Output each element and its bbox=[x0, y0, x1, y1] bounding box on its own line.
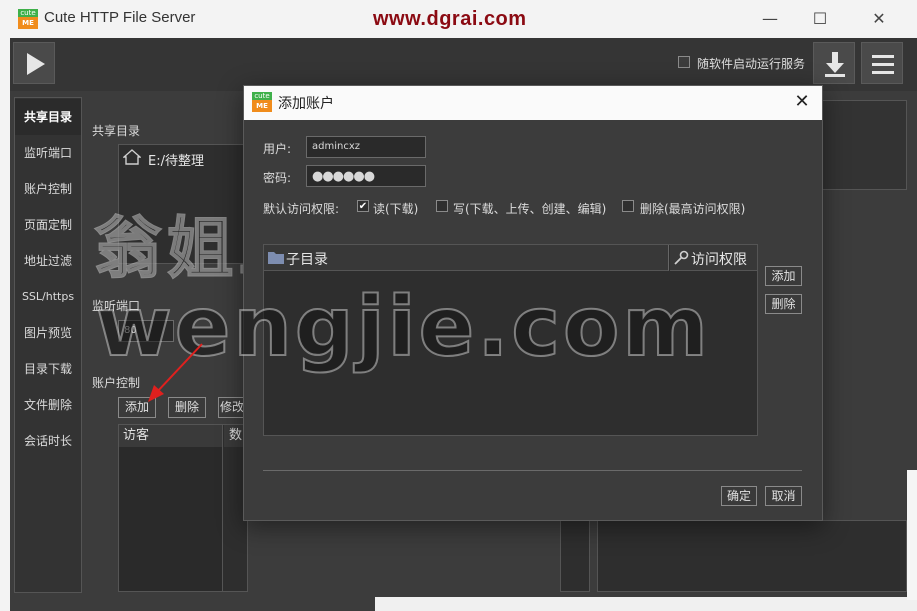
username-input[interactable]: admincxz bbox=[306, 136, 426, 158]
watermark-url: www.dgrai.com bbox=[373, 8, 527, 30]
dialog-icon-top: cute bbox=[252, 92, 272, 100]
dialog-title: 添加账户 bbox=[278, 96, 334, 112]
download-button[interactable] bbox=[813, 42, 855, 84]
user-label: 用户: bbox=[263, 142, 292, 156]
download-icon bbox=[825, 52, 845, 77]
window-title: Cute HTTP File Server bbox=[44, 9, 196, 26]
password-label: 密码: bbox=[263, 171, 292, 185]
sidebar-item-address-filter[interactable]: 地址过滤 bbox=[15, 243, 81, 279]
folder-icon bbox=[268, 252, 284, 264]
account-control-label: 账户控制 bbox=[92, 376, 141, 390]
share-dir-path[interactable]: E:/待整理 bbox=[148, 150, 204, 169]
delete-subdir-button[interactable]: 删除 bbox=[765, 294, 802, 314]
key-icon bbox=[674, 250, 689, 265]
maximize-button[interactable]: ☐ bbox=[809, 8, 831, 30]
sidebar-item-session-time[interactable]: 会话时长 bbox=[15, 423, 81, 459]
dialog-divider bbox=[263, 470, 802, 471]
sidebar-item-image-preview[interactable]: 图片预览 bbox=[15, 315, 81, 351]
annotation-arrow-icon bbox=[148, 343, 203, 402]
permission-header-text: 访问权限 bbox=[691, 252, 747, 268]
autostart-checkbox[interactable] bbox=[678, 56, 690, 68]
menu-button[interactable] bbox=[861, 42, 903, 84]
maximize-icon: ☐ bbox=[812, 9, 828, 28]
read-permission-label: 读(下载) bbox=[373, 202, 419, 216]
subdir-column-header[interactable]: 子目录 bbox=[264, 245, 669, 271]
scroll-panel bbox=[560, 520, 590, 592]
add-subdir-button[interactable]: 添加 bbox=[765, 266, 802, 286]
app-logo-bottom-text: ME bbox=[18, 17, 38, 29]
play-icon bbox=[27, 53, 45, 75]
app-logo-icon: cute ME bbox=[18, 9, 38, 29]
sidebar-item-ssl[interactable]: SSL/https bbox=[15, 279, 81, 315]
visitor-column bbox=[119, 447, 223, 591]
background-window-strip bbox=[375, 597, 917, 611]
app-logo-top-text: cute bbox=[18, 9, 38, 17]
delete-permission-label: 删除(最高访问权限) bbox=[640, 202, 746, 216]
password-input[interactable]: ●●●●●● bbox=[306, 165, 426, 187]
minimize-icon: — bbox=[762, 9, 778, 28]
start-server-button[interactable] bbox=[13, 42, 55, 84]
minimize-button[interactable]: — bbox=[759, 8, 781, 30]
sidebar-item-share-dir[interactable]: 共享目录 bbox=[15, 99, 81, 135]
sidebar-item-account-control[interactable]: 账户控制 bbox=[15, 171, 81, 207]
delete-permission-checkbox[interactable] bbox=[622, 200, 634, 212]
hamburger-menu-icon bbox=[872, 55, 894, 74]
sidebar-item-page-custom[interactable]: 页面定制 bbox=[15, 207, 81, 243]
dialog-app-icon: cute ME bbox=[252, 92, 272, 112]
read-permission-checkbox[interactable]: ✔ bbox=[357, 200, 369, 212]
sidebar-item-file-delete[interactable]: 文件删除 bbox=[15, 387, 81, 423]
subdir-header-text: 子目录 bbox=[286, 252, 328, 268]
close-icon: ✕ bbox=[794, 91, 810, 112]
modify-account-button[interactable]: 修改 bbox=[218, 397, 246, 418]
default-permission-label: 默认访问权限: bbox=[263, 202, 340, 216]
share-dir-label: 共享目录 bbox=[92, 124, 141, 138]
ok-button[interactable]: 确定 bbox=[721, 486, 757, 506]
close-icon: ✕ bbox=[872, 9, 886, 28]
permission-column-header[interactable]: 访问权限 bbox=[670, 245, 757, 271]
close-window-button[interactable]: ✕ bbox=[868, 8, 890, 30]
dialog-icon-bottom: ME bbox=[252, 100, 272, 112]
sidebar-item-listen-port[interactable]: 监听端口 bbox=[15, 135, 81, 171]
write-permission-label: 写(下载、上传、创建、编辑) bbox=[453, 202, 607, 216]
home-icon bbox=[122, 148, 142, 170]
write-permission-checkbox[interactable] bbox=[436, 200, 448, 212]
cancel-button[interactable]: 取消 bbox=[765, 486, 802, 506]
sidebar-item-dir-download[interactable]: 目录下载 bbox=[15, 351, 81, 387]
background-window-edge bbox=[907, 470, 917, 600]
autostart-label: 随软件启动运行服务 bbox=[697, 57, 806, 71]
dialog-close-button[interactable]: ✕ bbox=[790, 90, 814, 114]
right-panel-bottom bbox=[597, 520, 907, 592]
visitor-column-header[interactable]: 访客 bbox=[119, 425, 223, 447]
